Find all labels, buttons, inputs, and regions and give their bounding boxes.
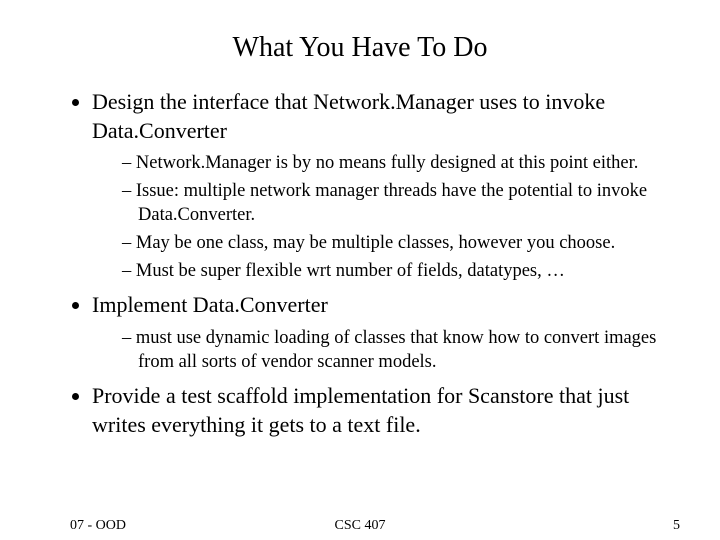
sub-list: must use dynamic loading of classes that… xyxy=(92,326,680,374)
sub-item: Network.Manager is by no means fully des… xyxy=(122,151,680,175)
sub-text: Must be super flexible wrt number of fie… xyxy=(136,261,565,281)
slide: What You Have To Do Design the interface… xyxy=(0,0,720,540)
sub-text: May be one class, may be multiple classe… xyxy=(136,233,615,253)
sub-item: Issue: multiple network manager threads … xyxy=(122,179,680,227)
bullet-list: Design the interface that Network.Manage… xyxy=(40,88,680,439)
sub-item: May be one class, may be multiple classe… xyxy=(122,231,680,255)
sub-item: must use dynamic loading of classes that… xyxy=(122,326,680,374)
bullet-text: Design the interface that Network.Manage… xyxy=(92,89,605,143)
sub-text: must use dynamic loading of classes that… xyxy=(136,328,656,372)
sub-text: Issue: multiple network manager threads … xyxy=(136,181,647,225)
bullet-item: Provide a test scaffold implementation f… xyxy=(92,382,680,439)
sub-item: Must be super flexible wrt number of fie… xyxy=(122,259,680,283)
footer-right: 5 xyxy=(673,518,680,534)
slide-title: What You Have To Do xyxy=(40,32,680,64)
sub-text: Network.Manager is by no means fully des… xyxy=(136,153,638,173)
bullet-item: Implement Data.Converter must use dynami… xyxy=(92,291,680,374)
footer-center: CSC 407 xyxy=(0,518,720,534)
bullet-text: Provide a test scaffold implementation f… xyxy=(92,383,629,437)
bullet-text: Implement Data.Converter xyxy=(92,292,328,317)
bullet-item: Design the interface that Network.Manage… xyxy=(92,88,680,283)
sub-list: Network.Manager is by no means fully des… xyxy=(92,151,680,283)
